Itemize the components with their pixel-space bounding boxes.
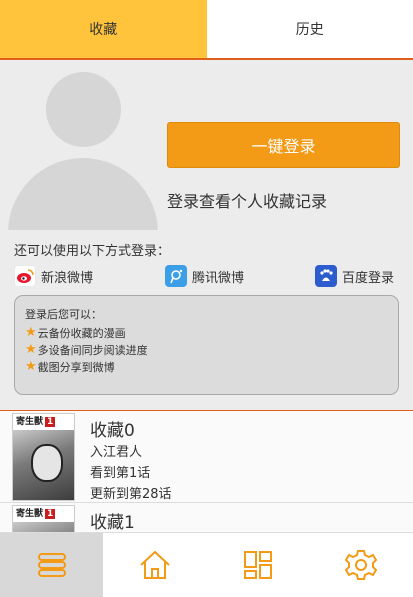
grid-icon <box>244 551 273 579</box>
benefit-text: 多设备间同步阅读进度 <box>37 343 148 357</box>
baidu-icon <box>315 265 337 287</box>
benefit-text: 云备份收藏的漫画 <box>37 326 126 340</box>
comic-cover: 寄生獸 1 <box>12 413 75 501</box>
comic-cover: 寄生獸 1 <box>12 505 75 532</box>
list-item[interactable]: 寄生獸 1 收藏1 <box>0 503 413 532</box>
login-hint-text: 登录查看个人收藏记录 <box>167 192 328 211</box>
favorite-name: 收藏0 <box>90 421 135 441</box>
favorite-name: 收藏1 <box>90 513 135 532</box>
cover-volume: 1 <box>45 509 56 519</box>
nav-menu-button[interactable] <box>0 533 104 597</box>
tencent-weibo-label: 腾讯微博 <box>192 270 245 286</box>
cover-title: 寄生獸 <box>16 417 44 427</box>
tab-favorites[interactable]: 收藏 <box>0 0 207 58</box>
baidu-label: 百度登录 <box>342 270 395 286</box>
favorite-read-progress: 看到第1话 <box>90 466 151 481</box>
avatar-placeholder <box>8 72 158 230</box>
tencent-weibo-login-button[interactable]: 腾讯微博 <box>165 265 244 287</box>
baidu-login-button[interactable]: 百度登录 <box>315 265 394 287</box>
benefits-title: 登录后您可以： <box>25 308 102 321</box>
tab-bar: 收藏 历史 <box>0 0 413 60</box>
one-click-login-button[interactable]: 一键登录 <box>167 122 400 168</box>
benefit-item: ★ 云备份收藏的漫画 <box>25 324 388 341</box>
favorites-list[interactable]: 寄生獸 1 收藏0 入江君人 看到第1话 更新到第28话 寄生獸 1 收藏1 <box>0 410 413 532</box>
benefit-item: ★ 截图分享到微博 <box>25 358 388 375</box>
weibo-icon <box>14 265 36 287</box>
nav-home-button[interactable] <box>103 533 206 597</box>
star-icon: ★ <box>25 359 37 374</box>
sina-weibo-login-button[interactable]: 新浪微博 <box>14 265 93 287</box>
login-benefits-box: 登录后您可以： ★ 云备份收藏的漫画 ★ 多设备间同步阅读进度 ★ 截图分享到微… <box>14 295 399 395</box>
favorite-author: 入江君人 <box>90 445 143 460</box>
star-icon: ★ <box>25 325 37 340</box>
sina-weibo-label: 新浪微博 <box>41 270 94 286</box>
benefit-text: 截图分享到微博 <box>37 360 115 374</box>
benefit-item: ★ 多设备间同步阅读进度 <box>25 341 388 358</box>
nav-settings-button[interactable] <box>310 533 413 597</box>
menu-icon <box>37 553 66 577</box>
alt-login-title: 还可以使用以下方式登录： <box>14 244 171 259</box>
cover-volume: 1 <box>45 417 56 427</box>
bottom-nav <box>0 532 413 597</box>
list-item[interactable]: 寄生獸 1 收藏0 入江君人 看到第1话 更新到第28话 <box>0 411 413 503</box>
star-icon: ★ <box>25 342 37 357</box>
tab-history[interactable]: 历史 <box>207 0 413 58</box>
home-icon <box>140 550 170 579</box>
favorite-update-status: 更新到第28话 <box>90 487 172 502</box>
tencent-weibo-icon <box>165 265 187 287</box>
settings-icon <box>345 550 378 580</box>
login-panel: 一键登录 登录查看个人收藏记录 还可以使用以下方式登录： 新浪微博 腾讯微博 百… <box>0 62 413 410</box>
nav-grid-button[interactable] <box>207 533 310 597</box>
cover-title: 寄生獸 <box>16 509 44 519</box>
